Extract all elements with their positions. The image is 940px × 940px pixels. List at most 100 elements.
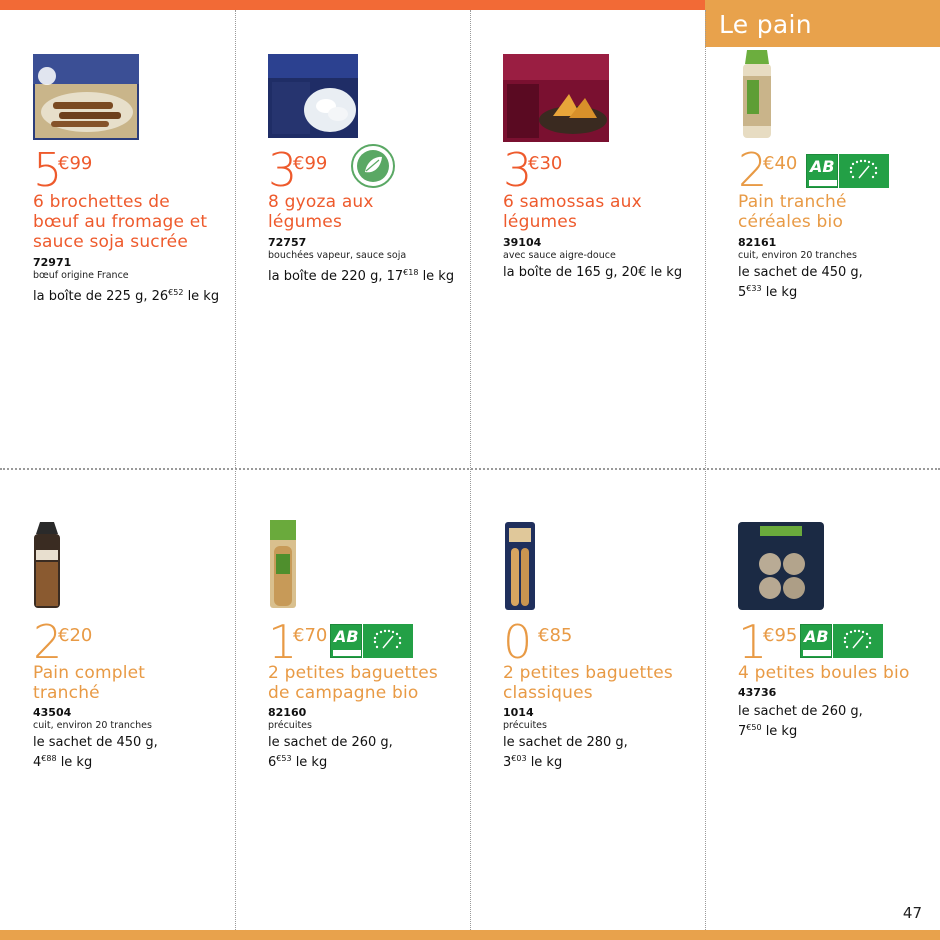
product-card[interactable]: 2 €20 Pain complet tranché 43504 cuit, e… <box>0 470 235 928</box>
product-card[interactable]: 3 €30 6 samossas aux légumes 39104 avec … <box>470 10 705 468</box>
eu-organic-leaf-icon <box>839 154 889 188</box>
unit-sup: €18 <box>403 268 419 277</box>
product-code: 82160 <box>268 706 307 719</box>
product-card[interactable]: 1 €95 AB 4 petites boules bio 43736 le s… <box>705 470 940 928</box>
product-code: 43736 <box>738 686 777 699</box>
product-card[interactable]: 3 €99 8 gyoza aux légumes 72757 bouchées… <box>235 10 470 468</box>
title-line: bœuf au fromage et <box>33 212 208 232</box>
product-image <box>270 520 296 608</box>
product-description: précuites <box>268 720 312 731</box>
unit-text: la boîte de 220 g, 17 <box>268 269 404 284</box>
product-title: 6 brochettes de bœuf au fromage et sauce… <box>33 192 207 252</box>
product-card[interactable]: 5 €99 6 brochettes de bœuf au fromage et… <box>0 10 235 468</box>
title-line: céréales bio <box>738 212 844 232</box>
unit-text: le kg <box>761 724 798 739</box>
product-image <box>743 50 771 138</box>
unit-price: le sachet de 450 g, 5€33 le kg <box>738 265 863 301</box>
unit-text: la boîte de 225 g, 26 <box>33 289 169 304</box>
eu-organic-leaf-icon <box>833 624 883 658</box>
price: 5 €99 <box>33 144 153 196</box>
unit-sup: €53 <box>276 754 292 763</box>
product-code: 39104 <box>503 236 542 249</box>
title-line: légumes <box>503 212 578 232</box>
unit-sup: €03 <box>511 754 527 763</box>
product-description: cuit, environ 20 tranches <box>33 720 152 731</box>
unit-text: le kg <box>56 755 93 770</box>
product-description: bouchées vapeur, sauce soja <box>268 250 407 261</box>
price: 2 €40 <box>738 144 808 196</box>
product-title: 6 samossas aux légumes <box>503 192 642 232</box>
product-image <box>503 54 609 142</box>
product-card[interactable]: 2 €40 AB Pain tranché céréales bio 82161… <box>705 10 940 468</box>
unit-sup: €52 <box>168 288 184 297</box>
unit-sup: €33 <box>746 284 762 293</box>
ab-organic-icon: AB <box>806 154 838 188</box>
title-line: Pain tranché <box>738 192 847 212</box>
unit-text: la boîte de 165 g, 20€ le kg <box>503 265 683 280</box>
product-card[interactable]: 0 €85 2 petites baguettes classiques 101… <box>470 470 705 928</box>
unit-price: le sachet de 260 g, 7€50 le kg <box>738 704 863 740</box>
product-description: précuites <box>503 720 547 731</box>
price-cents: €40 <box>763 153 798 174</box>
unit-text: le kg <box>526 755 563 770</box>
bottom-accent-bar <box>0 930 940 940</box>
price-cents: €95 <box>763 625 798 646</box>
price: 0 €85 <box>503 616 623 668</box>
title-line: 4 petites boules bio <box>738 663 910 683</box>
product-title: Pain complet tranché <box>33 663 145 703</box>
product-image <box>505 522 535 610</box>
price: 1 €95 <box>738 616 798 668</box>
unit-text: le kg <box>291 755 328 770</box>
title-line: sauce soja sucrée <box>33 232 188 252</box>
title-line: Pain complet <box>33 663 146 683</box>
product-card[interactable]: 1 €70 AB 2 petites baguettes de campagne… <box>235 470 470 928</box>
price-cents: €20 <box>58 625 93 646</box>
price-cents: €99 <box>293 153 328 174</box>
product-title: 2 petites baguettes classiques <box>503 663 673 703</box>
unit-text: le kg <box>761 285 798 300</box>
title-line: 6 samossas aux <box>503 192 642 212</box>
title-line: tranché <box>33 683 100 703</box>
price-cents: €30 <box>528 153 563 174</box>
product-code: 72757 <box>268 236 307 249</box>
title-line: légumes <box>268 212 343 232</box>
product-code: 1014 <box>503 706 534 719</box>
product-image <box>33 54 139 140</box>
ab-organic-icon: AB <box>800 624 832 658</box>
price-euros: 0 <box>503 615 533 669</box>
product-title: Pain tranché céréales bio <box>738 192 847 232</box>
title-line: 8 gyoza aux <box>268 192 374 212</box>
unit-price: le sachet de 260 g, 6€53 le kg <box>268 735 393 771</box>
title-line: 6 brochettes de <box>33 192 170 212</box>
title-line: 2 petites baguettes <box>268 663 438 683</box>
product-title: 8 gyoza aux légumes <box>268 192 374 232</box>
product-description: bœuf origine France <box>33 270 129 281</box>
product-code: 82161 <box>738 236 777 249</box>
unit-text: le sachet de 280 g, <box>503 735 628 750</box>
unit-text: le sachet de 450 g, <box>33 735 158 750</box>
product-description: avec sauce aigre-douce <box>503 250 616 261</box>
unit-text: le kg <box>418 269 455 284</box>
product-image <box>34 522 60 608</box>
product-image <box>268 54 358 138</box>
product-title: 2 petites baguettes de campagne bio <box>268 663 438 703</box>
title-line: de campagne bio <box>268 683 419 703</box>
ab-organic-icon: AB <box>330 624 362 658</box>
unit-price: le sachet de 450 g, 4€88 le kg <box>33 735 158 771</box>
eu-organic-leaf-icon <box>363 624 413 658</box>
unit-price: la boîte de 225 g, 26€52 le kg <box>33 285 219 305</box>
unit-text: le sachet de 260 g, <box>268 735 393 750</box>
product-image <box>738 522 824 610</box>
price-cents: €99 <box>58 153 93 174</box>
product-code: 43504 <box>33 706 72 719</box>
price: 2 €20 <box>33 616 153 668</box>
price-cents: €85 <box>538 625 573 646</box>
unit-text: le sachet de 260 g, <box>738 704 863 719</box>
unit-text: le kg <box>183 289 220 304</box>
title-line: 2 petites baguettes <box>503 663 673 683</box>
price: 3 €30 <box>503 144 623 196</box>
unit-price: le sachet de 280 g, 3€03 le kg <box>503 735 628 771</box>
unit-sup: €50 <box>746 723 762 732</box>
unit-text: le sachet de 450 g, <box>738 265 863 280</box>
unit-price: la boîte de 165 g, 20€ le kg <box>503 265 682 281</box>
